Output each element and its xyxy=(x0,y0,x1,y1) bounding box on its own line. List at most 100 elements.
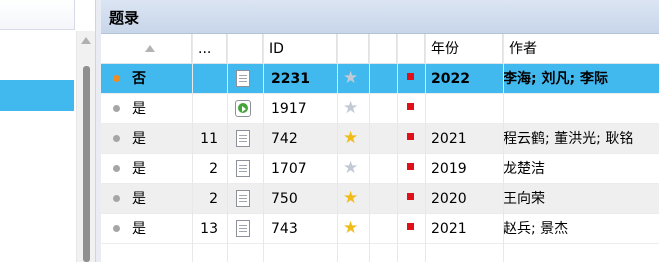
column-header-author[interactable]: 作者 xyxy=(503,34,659,64)
video-play-icon[interactable] xyxy=(235,100,251,117)
column-header-type[interactable] xyxy=(227,34,263,64)
records-panel: 题录 ... ID 年份 作者 否 2231 ★ 2022 李海; 刘凡; 李际是 191… xyxy=(101,0,659,262)
type-cell xyxy=(227,124,262,154)
table-header: ... ID 年份 作者 xyxy=(101,34,659,64)
id-cell: 2231 xyxy=(271,71,310,87)
column-separator xyxy=(503,34,504,262)
document-icon[interactable] xyxy=(236,130,250,147)
column-separator xyxy=(227,34,228,262)
sort-ascending-icon xyxy=(145,45,155,52)
type-cell xyxy=(227,184,262,214)
rating-cell[interactable]: ★ xyxy=(337,94,367,124)
rating-cell[interactable]: ★ xyxy=(337,184,367,214)
table-row[interactable]: 是 13 743 ★ 2021 赵兵; 景杰 xyxy=(101,214,659,244)
red-flag-icon xyxy=(407,223,414,230)
status-dot-icon xyxy=(113,225,120,232)
star-icon[interactable]: ★ xyxy=(343,189,358,208)
column-separator xyxy=(425,34,426,262)
column-separator xyxy=(337,34,338,262)
star-icon[interactable]: ★ xyxy=(343,219,358,238)
document-icon[interactable] xyxy=(236,160,250,177)
column-header-count[interactable]: ... xyxy=(192,34,227,64)
star-icon[interactable]: ★ xyxy=(343,159,358,178)
year-cell: 2020 xyxy=(431,191,467,207)
author-cell: 龙楚洁 xyxy=(503,161,545,177)
id-cell: 750 xyxy=(271,191,298,207)
count-cell xyxy=(192,94,224,124)
flag-cell[interactable] xyxy=(399,214,423,244)
author-cell xyxy=(503,94,659,124)
status-dot-icon xyxy=(113,135,120,142)
star-icon[interactable]: ★ xyxy=(343,69,358,88)
flag-cell[interactable] xyxy=(399,64,423,94)
column-header-status[interactable] xyxy=(101,34,192,64)
column-header-rating[interactable] xyxy=(337,34,369,64)
type-cell xyxy=(227,94,262,124)
red-flag-icon xyxy=(407,193,414,200)
star-icon[interactable]: ★ xyxy=(343,129,358,148)
author-cell: 王向荣 xyxy=(503,191,545,207)
type-cell xyxy=(227,214,262,244)
column-separator xyxy=(192,34,193,262)
table-row[interactable]: 是 11 742 ★ 2021 程云鹤; 董洪光; 耿铭 xyxy=(101,124,659,154)
status-dot-icon xyxy=(113,195,120,202)
rating-cell[interactable]: ★ xyxy=(337,154,367,184)
answered-cell: 是 xyxy=(132,191,146,207)
table-row[interactable]: 是 2 1707 ★ 2019 龙楚洁 xyxy=(101,154,659,184)
rating-cell[interactable]: ★ xyxy=(337,124,367,154)
column-header-id[interactable]: ID xyxy=(263,34,337,64)
table-row[interactable]: 是 1917 ★ xyxy=(101,94,659,124)
count-cell: 13 xyxy=(200,221,218,237)
left-pane-header xyxy=(0,0,75,30)
flag-cell[interactable] xyxy=(399,184,423,214)
count-cell xyxy=(192,64,224,94)
red-flag-icon xyxy=(407,73,414,80)
year-cell: 2019 xyxy=(431,161,467,177)
rating-cell[interactable]: ★ xyxy=(337,64,367,94)
year-cell xyxy=(431,94,503,124)
year-cell: 2021 xyxy=(431,221,467,237)
column-header-blank[interactable] xyxy=(369,34,397,64)
answered-cell: 否 xyxy=(132,71,146,87)
status-dot-icon xyxy=(113,105,120,112)
rating-cell[interactable]: ★ xyxy=(337,214,367,244)
table-row[interactable]: 是 2 750 ★ 2020 王向荣 xyxy=(101,184,659,214)
id-cell: 1707 xyxy=(271,161,307,177)
year-cell: 2022 xyxy=(431,71,470,87)
answered-cell: 是 xyxy=(132,161,146,177)
left-pane-selected-item[interactable] xyxy=(0,80,74,111)
count-cell: 11 xyxy=(200,131,218,147)
flag-cell[interactable] xyxy=(399,154,423,184)
type-cell xyxy=(227,154,262,184)
document-icon[interactable] xyxy=(236,70,250,87)
status-dot-icon xyxy=(113,75,120,82)
red-flag-icon xyxy=(407,103,414,110)
count-cell: 2 xyxy=(209,191,218,207)
id-cell: 743 xyxy=(271,221,298,237)
id-cell: 1917 xyxy=(271,101,307,117)
column-separator xyxy=(263,34,264,262)
column-header-flag[interactable] xyxy=(397,34,425,64)
answered-cell: 是 xyxy=(132,101,146,117)
table-row[interactable]: 否 2231 ★ 2022 李海; 刘凡; 李际 xyxy=(101,64,659,94)
scroll-up-arrow-icon[interactable] xyxy=(81,37,91,44)
type-cell xyxy=(227,64,262,94)
author-cell: 程云鹤; 董洪光; 耿铭 xyxy=(503,131,634,147)
column-separator xyxy=(397,34,398,262)
document-icon[interactable] xyxy=(236,190,250,207)
document-icon[interactable] xyxy=(236,220,250,237)
status-dot-icon xyxy=(113,165,120,172)
year-cell: 2021 xyxy=(431,131,467,147)
answered-cell: 是 xyxy=(132,131,146,147)
scrollbar-thumb[interactable] xyxy=(83,66,90,262)
flag-cell[interactable] xyxy=(399,124,423,154)
author-cell: 李海; 刘凡; 李际 xyxy=(503,71,608,87)
column-separator xyxy=(369,34,370,262)
star-icon[interactable]: ★ xyxy=(343,99,358,118)
answered-cell: 是 xyxy=(132,221,146,237)
flag-cell[interactable] xyxy=(399,94,423,124)
panel-title: 题录 xyxy=(109,9,140,27)
left-scrollbar[interactable] xyxy=(76,31,95,262)
red-flag-icon xyxy=(407,133,414,140)
column-header-year[interactable]: 年份 xyxy=(425,34,503,64)
